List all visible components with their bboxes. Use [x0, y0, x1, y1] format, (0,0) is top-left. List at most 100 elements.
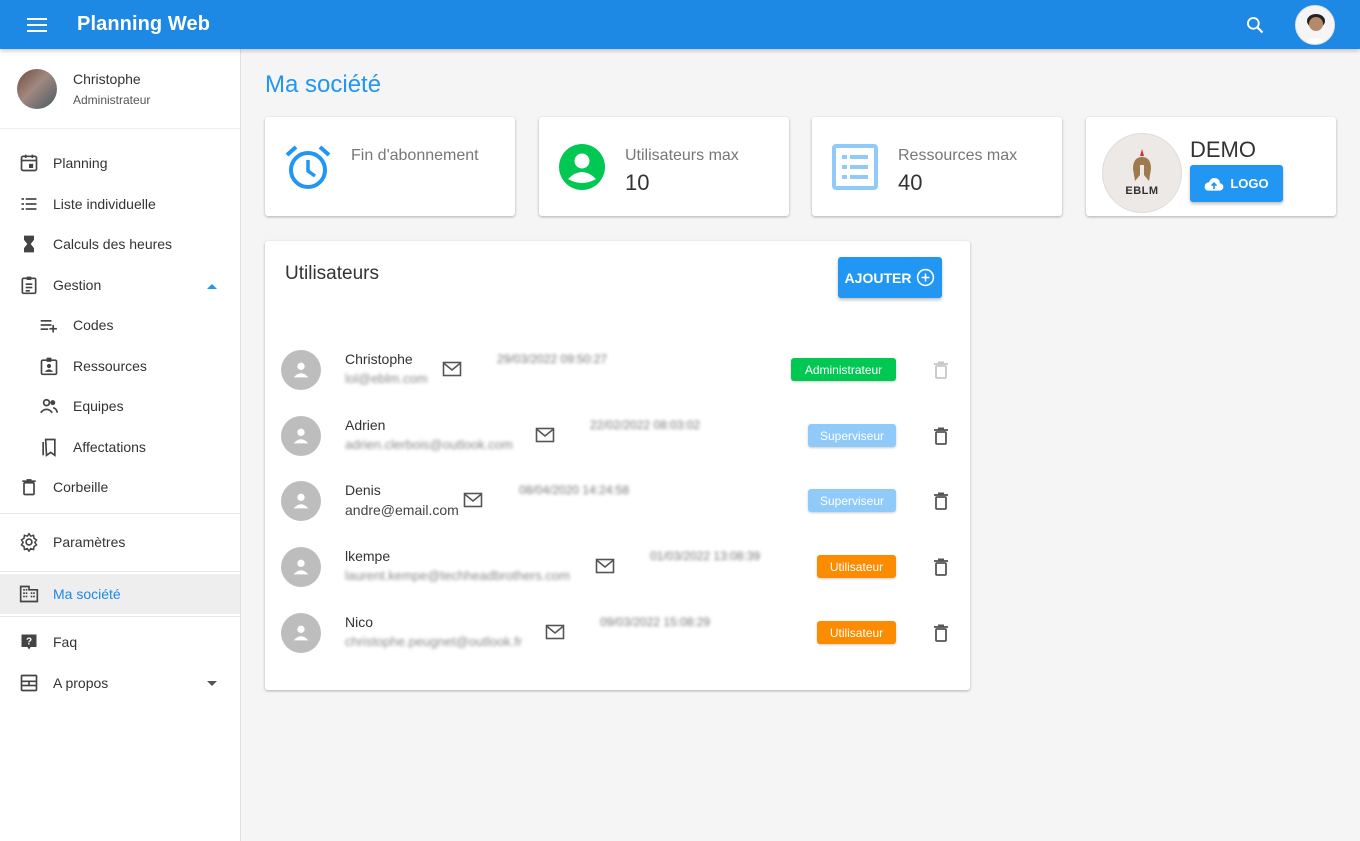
- sidebar-item-label: Affectations: [73, 438, 146, 455]
- table-row: Denis andre@email.com 08/04/2020 14:24:5…: [265, 472, 970, 532]
- divider: [0, 512, 240, 514]
- user-email: christophe.peugnet@outlook.fr: [345, 634, 523, 649]
- last-login-date: 22/02/2022 08:03:02: [590, 418, 701, 432]
- clipboard-icon: [18, 274, 40, 296]
- avatar: [281, 613, 321, 653]
- users-title: Utilisateurs: [285, 263, 379, 284]
- role-badge: Utilisateur: [817, 621, 896, 644]
- hamburger-icon: [26, 17, 47, 32]
- resources-max-value: 40: [898, 170, 923, 195]
- delete-user-button: [931, 360, 951, 380]
- sidebar-item-gestion[interactable]: Gestion: [0, 265, 240, 306]
- trash-icon: [934, 427, 948, 445]
- sidebar-item-calculs-des-heures[interactable]: Calculs des heures: [0, 224, 240, 265]
- company-logo: EBLM: [1102, 133, 1182, 213]
- resources-max-card: Ressources max 40: [812, 117, 1062, 216]
- subscription-card: Fin d'abonnement: [265, 117, 515, 216]
- resources-max-label: Ressources max: [898, 147, 1018, 164]
- dashboard-icon: [18, 672, 40, 694]
- trash-icon: [934, 624, 948, 642]
- sidebar-item-label: Ressources: [73, 357, 147, 374]
- role-badge: Superviseur: [808, 424, 896, 447]
- last-login-date: 29/03/2022 09:50:27: [497, 352, 608, 366]
- trash-icon: [18, 476, 40, 498]
- mail-icon[interactable]: [535, 427, 555, 443]
- person-icon: [293, 362, 309, 378]
- profile-role: Administrateur: [73, 92, 151, 107]
- user-name: Denis: [345, 482, 381, 498]
- table-row: Christophe lol@eblm.com 29/03/2022 09:50…: [265, 341, 970, 401]
- user-email: laurent.kempe@techheadbrothers.com: [345, 568, 570, 583]
- add-user-button[interactable]: AJOUTER: [838, 257, 942, 298]
- sidebar-item-ressources[interactable]: Ressources: [0, 346, 240, 387]
- delete-user-button[interactable]: [931, 426, 951, 446]
- sidebar-item-codes[interactable]: Codes: [0, 305, 240, 346]
- sidebar-item-equipes[interactable]: Equipes: [0, 386, 240, 427]
- sidebar-item-label: Faq: [53, 634, 78, 651]
- delete-user-button[interactable]: [931, 491, 951, 511]
- last-login-date: 01/03/2022 13:08:39: [650, 549, 761, 563]
- sidebar-item-a-propos[interactable]: A propos: [0, 663, 240, 704]
- profile-name: Christophe: [73, 70, 141, 87]
- profile-avatar: [17, 68, 57, 109]
- delete-user-button[interactable]: [931, 623, 951, 643]
- sidebar-item-label: Corbeille: [53, 479, 109, 496]
- user-photo-icon: [1296, 5, 1334, 44]
- mail-icon[interactable]: [595, 558, 615, 574]
- upload-logo-button[interactable]: LOGO: [1190, 165, 1283, 202]
- list-box-icon: [832, 144, 878, 190]
- divider: [0, 616, 240, 617]
- app-bar: Planning Web: [0, 0, 1360, 49]
- avatar: [281, 416, 321, 456]
- search-button[interactable]: [1235, 5, 1275, 45]
- sidebar-profile: Christophe Administrateur: [0, 49, 240, 129]
- users-max-value: 10: [625, 170, 650, 195]
- sidebar-item-label: Gestion: [53, 276, 102, 293]
- subscription-label: Fin d'abonnement: [351, 147, 479, 164]
- sidebar-item-corbeille[interactable]: Corbeille: [0, 467, 240, 508]
- mail-icon[interactable]: [463, 492, 483, 508]
- person-icon: [293, 625, 309, 641]
- divider: [0, 570, 240, 572]
- caret-down-icon: [206, 675, 218, 691]
- mail-icon[interactable]: [442, 361, 462, 377]
- helmet-icon: [1133, 149, 1151, 181]
- person-icon: [293, 559, 309, 575]
- user-name: lkempe: [345, 548, 391, 564]
- people-icon: [38, 395, 60, 417]
- company-card: EBLM DEMO LOGO: [1086, 117, 1336, 216]
- sidebar-item-label: A propos: [53, 674, 109, 691]
- avatar: [281, 481, 321, 521]
- sidebar-item-liste-individuelle[interactable]: Liste individuelle: [0, 184, 240, 225]
- playlist-add-icon: [38, 314, 60, 336]
- caret-up-icon: [206, 277, 218, 293]
- users-max-card: Utilisateurs max 10: [539, 117, 789, 216]
- sidebar-item-label: Liste individuelle: [53, 195, 156, 212]
- user-name: Christophe: [345, 351, 413, 367]
- alarm-clock-icon: [285, 145, 331, 189]
- last-login-date: 09/03/2022 15:08:29: [600, 615, 711, 629]
- delete-user-button[interactable]: [931, 557, 951, 577]
- cloud-upload-icon: [1205, 177, 1224, 191]
- trash-icon: [934, 361, 948, 379]
- sidebar-item-planning[interactable]: Planning: [0, 143, 240, 184]
- user-email: andre@email.com: [345, 502, 459, 518]
- trash-icon: [934, 492, 948, 510]
- bookmarks-icon: [38, 436, 60, 458]
- sidebar-item-label: Codes: [73, 317, 114, 334]
- person-icon: [293, 428, 309, 444]
- users-card: Utilisateurs AJOUTER Christophe lol@eblm…: [265, 241, 970, 690]
- last-login-date: 08/04/2020 14:24:58: [519, 483, 630, 497]
- sidebar-item-ma-societe[interactable]: Ma société: [0, 573, 240, 614]
- avatar: [281, 350, 321, 390]
- sidebar-item-affectations[interactable]: Affectations: [0, 427, 240, 468]
- sidebar-item-faq[interactable]: ? Faq: [0, 622, 240, 663]
- role-badge: Utilisateur: [817, 555, 896, 578]
- sidebar: Christophe Administrateur Planning Liste…: [0, 49, 241, 841]
- menu-button[interactable]: [12, 0, 61, 49]
- user-name: Adrien: [345, 417, 386, 433]
- mail-icon[interactable]: [545, 624, 565, 640]
- account-avatar[interactable]: [1295, 4, 1335, 45]
- sidebar-item-parametres[interactable]: Paramètres: [0, 519, 240, 566]
- sidebar-item-label: Calculs des heures: [53, 236, 173, 253]
